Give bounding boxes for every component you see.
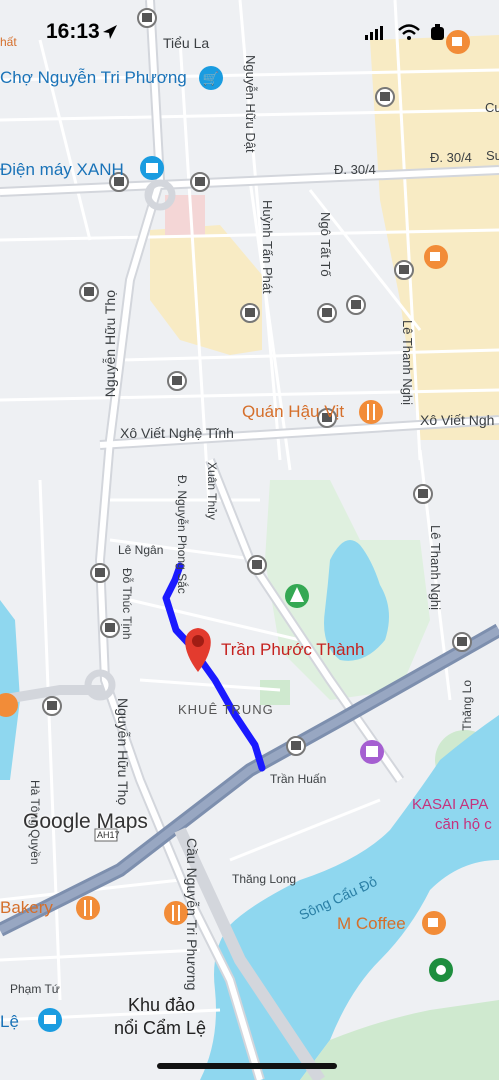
bus-stop-icon: [240, 303, 260, 323]
bus-stop-icon: [167, 371, 187, 391]
street-label: Lê Ngân: [118, 543, 164, 557]
place-label[interactable]: M Coffee: [337, 914, 406, 934]
street-label: Ngô Tất Tố: [318, 212, 333, 277]
bus-stop-icon: [317, 303, 337, 323]
bus-stop-icon: [286, 736, 306, 756]
street-label: Thăng Lo: [460, 680, 474, 731]
street-label: Nguyễn Hữu Thọ: [115, 698, 131, 806]
bus-stop-icon: [79, 282, 99, 302]
restaurant-icon[interactable]: [359, 400, 383, 424]
location-arrow-icon: [103, 25, 117, 39]
street-label: Huỳnh Tấn Phát: [260, 200, 275, 294]
street-label: Đ. Nguyễn Phong Sắc: [175, 475, 189, 594]
status-bar: 16:13: [0, 0, 499, 60]
place-label: Sư: [486, 148, 499, 163]
bus-stop-icon: [375, 87, 395, 107]
wifi-icon: [398, 24, 420, 40]
bus-stop-icon: [42, 696, 62, 716]
place-icon[interactable]: [429, 958, 453, 982]
bus-stop-icon: [100, 618, 120, 638]
street-label: Cầu Nguyễn Tri Phương: [184, 838, 200, 991]
place-label[interactable]: Chợ Nguyễn Tri Phương: [0, 68, 187, 88]
shopping-cart-icon[interactable]: [38, 1008, 62, 1032]
battery-icon: [431, 24, 444, 40]
restaurant-icon[interactable]: [76, 896, 100, 920]
street-label: Lê Thanh Nghị: [400, 320, 415, 406]
bus-stop-icon: [90, 563, 110, 583]
street-label: Thăng Long: [232, 872, 297, 886]
shopping-cart-icon[interactable]: 🛒: [199, 66, 223, 90]
place-label[interactable]: căn hộ c: [435, 816, 492, 833]
place-label[interactable]: Quán Hậu Vịt: [242, 402, 344, 422]
bus-stop-icon: [394, 260, 414, 280]
bus-stop-icon: [247, 555, 267, 575]
tree-icon[interactable]: [285, 584, 309, 608]
place-label[interactable]: KASAI APA: [412, 796, 488, 813]
street-label: Nguyễn Hữu Thọ: [102, 290, 118, 398]
bus-stop-icon: [452, 632, 472, 652]
street-label: Đỗ Thúc Tịnh: [120, 568, 134, 640]
neighborhood-label: KHUÊ TRUNG: [178, 702, 274, 717]
status-time: 16:13: [46, 20, 100, 43]
street-label: Đ. 30/4: [430, 150, 472, 165]
street-label: Xuân Thủy: [205, 462, 219, 520]
street-label: Lê Thanh Nghị: [428, 525, 443, 611]
home-indicator[interactable]: [157, 1063, 337, 1069]
place-label: Lệ: [0, 1012, 19, 1031]
place-label: Khu đảo: [128, 995, 196, 1015]
google-maps-logo: Google Maps: [23, 810, 148, 833]
street-label: Xô Viết Ngh: [420, 412, 495, 428]
bus-stop-icon: [346, 295, 366, 315]
place-label: Cu: [485, 100, 499, 115]
place-label: nổi Cẩm Lệ: [114, 1018, 207, 1038]
place-label[interactable]: Bakery: [0, 898, 53, 918]
bus-stop-icon: [190, 172, 210, 192]
street-label: Trần Huấn: [270, 772, 327, 786]
street-label: Đ. 30/4: [334, 162, 376, 177]
street-label: Nguyễn Hữu Dật: [243, 55, 258, 153]
coffee-icon[interactable]: [424, 245, 448, 269]
bus-stop-icon: [413, 484, 433, 504]
svg-text:🛒: 🛒: [203, 71, 219, 87]
cellular-signal-icon: [365, 26, 383, 40]
shopping-bag-icon[interactable]: [140, 156, 164, 180]
place-label[interactable]: Điện máy XANH: [0, 160, 124, 180]
destination-label[interactable]: Trần Phước Thành: [221, 640, 365, 660]
street-label: Phạm Tứ: [10, 982, 60, 996]
coffee-icon[interactable]: [422, 911, 446, 935]
landmark-icon[interactable]: [360, 740, 384, 764]
street-label: Xô Viết Nghệ Tĩnh: [120, 425, 234, 441]
